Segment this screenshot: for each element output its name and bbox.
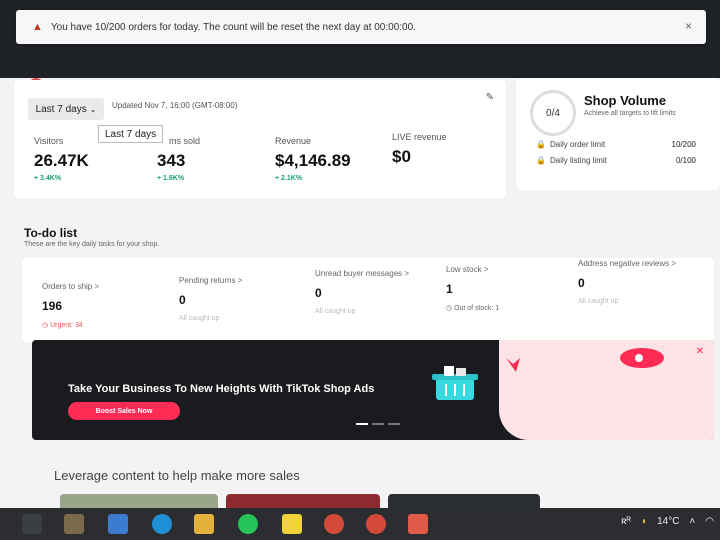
task-value: 1 bbox=[446, 282, 453, 296]
task-unread-messages[interactable]: Unread buyer messages > 0 All caught up bbox=[315, 269, 409, 315]
date-range-label: Last 7 days bbox=[35, 103, 87, 115]
close-icon[interactable]: ✕ bbox=[696, 346, 704, 357]
clock-icon: ◷ bbox=[42, 322, 49, 329]
shopping-cart-icon bbox=[432, 366, 478, 400]
edge-browser-icon[interactable] bbox=[152, 514, 172, 534]
search-icon[interactable] bbox=[22, 514, 42, 534]
volume-title: Shop Volume bbox=[584, 93, 667, 108]
clock-icon: ◷ bbox=[446, 305, 453, 312]
ads-banner[interactable]: Take Your Business To New Heights With T… bbox=[32, 340, 714, 440]
todo-title: To-do list bbox=[24, 226, 78, 240]
task-pending-returns[interactable]: Pending returns > 0 All caught up bbox=[179, 276, 242, 322]
task-value: 196 bbox=[42, 299, 63, 313]
task-footer: ◷ Urgent: 34 bbox=[42, 321, 99, 329]
limit-label: Daily order limit bbox=[549, 140, 606, 149]
stat-delta: + 1.6K% bbox=[157, 175, 185, 182]
screen: ▲ You have 10/200 orders for today. The … bbox=[0, 0, 720, 540]
task-label: Orders to ship > bbox=[42, 282, 100, 291]
chevron-down-icon: ⌄ bbox=[89, 104, 97, 114]
alert-text: You have 10/200 orders for today. The co… bbox=[50, 21, 416, 33]
order-limit-alert: ▲ You have 10/200 orders for today. The … bbox=[16, 10, 706, 44]
temperature[interactable]: 14°C bbox=[657, 516, 679, 527]
daily-listing-limit-row: 🔒 Daily listing limit 0/100 bbox=[536, 156, 696, 165]
stat-live-revenue[interactable]: LIVE revenue $0 bbox=[392, 132, 447, 167]
todo-subtitle: These are the key daily tasks for your s… bbox=[24, 241, 160, 248]
stat-visitors[interactable]: Visitors 26.47K + 3.4K% bbox=[34, 136, 89, 182]
banner-title: Take Your Business To New Heights With T… bbox=[68, 383, 375, 395]
daily-order-limit-row: 🔒 Daily order limit 10/200 bbox=[536, 140, 696, 149]
tiktok-shape-icon bbox=[620, 348, 664, 368]
stat-delta: + 2.1K% bbox=[275, 175, 303, 182]
lock-icon: 🔒 bbox=[536, 140, 546, 149]
chrome-icon[interactable] bbox=[324, 514, 344, 534]
carousel-indicator[interactable] bbox=[356, 412, 404, 430]
system-tray: ʀᴿ ◗ 14°C ˄ ◠ bbox=[621, 516, 714, 527]
sticky-notes-icon[interactable] bbox=[282, 514, 302, 534]
stat-label: Revenue bbox=[275, 136, 312, 146]
stat-items-sold[interactable]: ms sold 343 + 1.6K% bbox=[157, 136, 200, 182]
todo-card: Orders to ship > 196 ◷ Urgent: 34 Pendin… bbox=[22, 258, 714, 342]
stat-delta: + 3.4K% bbox=[34, 175, 62, 182]
stat-label: ms sold bbox=[169, 136, 201, 146]
warning-icon: ▲ bbox=[32, 21, 43, 33]
file-manager-icon[interactable] bbox=[64, 514, 84, 534]
volume-subtitle: Achieve all targets to lift limits bbox=[584, 110, 676, 117]
task-label: Pending returns > bbox=[179, 276, 243, 285]
task-footer: ◷ Out of stock: 1 bbox=[446, 304, 499, 312]
updated-timestamp: Updated Nov 7, 16:00 (GMT-08:00) bbox=[112, 101, 238, 110]
volume-progress-ring: 0/4 bbox=[530, 90, 576, 136]
stat-label: LIVE revenue bbox=[392, 132, 447, 142]
task-value: 0 bbox=[578, 276, 585, 290]
folder-icon[interactable] bbox=[194, 514, 214, 534]
whatsapp-icon[interactable] bbox=[238, 514, 258, 534]
people-icon[interactable]: ʀᴿ bbox=[621, 516, 631, 527]
stat-value: 26.47K bbox=[34, 151, 89, 170]
os-taskbar: ʀᴿ ◗ 14°C ˄ ◠ bbox=[0, 508, 720, 540]
limit-value: 0/100 bbox=[675, 156, 696, 165]
task-label: Low stock > bbox=[446, 265, 489, 274]
date-range-dropdown[interactable]: Last 7 days ⌄ bbox=[28, 98, 104, 120]
mail-icon[interactable] bbox=[108, 514, 128, 534]
lock-icon: 🔒 bbox=[536, 156, 546, 165]
task-orders-to-ship[interactable]: Orders to ship > 196 ◷ Urgent: 34 bbox=[42, 282, 99, 329]
task-negative-reviews[interactable]: Address negative reviews > 0 All caught … bbox=[578, 259, 676, 305]
task-footer-text: Out of stock: 1 bbox=[454, 305, 500, 312]
stats-card: Last 7 days ⌄ Updated Nov 7, 16:00 (GMT-… bbox=[14, 80, 506, 198]
stat-label: Visitors bbox=[34, 136, 64, 146]
boost-sales-button[interactable]: Boost Sales Now bbox=[68, 402, 180, 420]
edit-icon[interactable]: ✎ bbox=[486, 92, 494, 103]
close-icon[interactable]: × bbox=[685, 19, 692, 33]
weather-icon[interactable]: ◗ bbox=[641, 516, 647, 527]
limit-label: Daily listing limit bbox=[549, 156, 607, 165]
task-value: 0 bbox=[179, 293, 186, 307]
limit-value: 10/200 bbox=[671, 140, 696, 149]
date-range-tooltip: Last 7 days bbox=[98, 125, 164, 143]
shop-volume-card[interactable]: 0/4 Shop Volume Achieve all targets to l… bbox=[516, 78, 720, 190]
stat-value: 343 bbox=[157, 151, 186, 170]
stat-value: $0 bbox=[392, 147, 411, 166]
task-footer: All caught up bbox=[578, 298, 619, 305]
task-low-stock[interactable]: Low stock > 1 ◷ Out of stock: 1 bbox=[446, 265, 499, 312]
task-label: Unread buyer messages > bbox=[315, 269, 410, 278]
task-value: 0 bbox=[315, 286, 322, 300]
chevron-up-icon[interactable]: ˄ bbox=[689, 516, 695, 527]
stat-value: $4,146.89 bbox=[275, 151, 351, 170]
task-label: Address negative reviews > bbox=[578, 259, 677, 268]
chrome-icon[interactable] bbox=[366, 514, 386, 534]
task-footer: All caught up bbox=[179, 315, 220, 322]
sparkle-icon bbox=[506, 358, 520, 372]
wifi-icon[interactable]: ◠ bbox=[705, 516, 714, 527]
stat-revenue[interactable]: Revenue $4,146.89 + 2.1K% bbox=[275, 136, 351, 182]
task-footer: All caught up bbox=[315, 308, 356, 315]
task-footer-text: Urgent: 34 bbox=[50, 322, 83, 329]
app-icon[interactable] bbox=[408, 514, 428, 534]
section-heading: Leverage content to help make more sales bbox=[54, 468, 300, 483]
banner-graphic bbox=[499, 340, 714, 440]
